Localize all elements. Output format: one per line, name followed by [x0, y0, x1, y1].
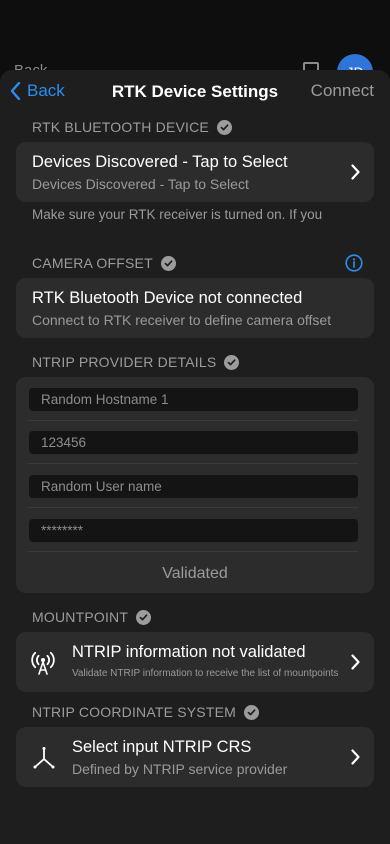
camera-offset-header-label: CAMERA OFFSET	[32, 255, 153, 271]
rtk-receiver-hint: Make sure your RTK receiver is turned on…	[32, 207, 323, 222]
ntrip-crs-title: Select input NTRIP CRS	[72, 738, 252, 756]
check-circle-icon	[216, 119, 232, 135]
ntrip-crs-card[interactable]: Select input NTRIP CRS Defined by NTRIP …	[16, 727, 374, 787]
check-circle-icon	[136, 609, 152, 625]
chevron-right-icon	[351, 749, 360, 765]
ntrip-crs-header-label: NTRIP COORDINATE SYSTEM	[32, 704, 236, 720]
mountpoint-card[interactable]: NTRIP information not validated Validate…	[16, 632, 374, 692]
password-field[interactable]	[29, 519, 358, 542]
ntrip-crs-header: NTRIP COORDINATE SYSTEM	[32, 704, 259, 720]
port-row	[28, 420, 358, 464]
username-field[interactable]	[29, 475, 358, 498]
ntrip-provider-card: Validated	[16, 377, 374, 593]
coordinate-axes-icon	[33, 747, 55, 769]
navigation-bar: Back RTK Device Settings Connect	[0, 70, 390, 114]
hostname-row	[28, 377, 358, 421]
chevron-right-icon	[351, 654, 360, 670]
rtk-settings-sheet: Back RTK Device Settings Connect RTK BLU…	[0, 70, 390, 844]
mountpoint-header: MOUNTPOINT	[32, 609, 152, 625]
rtk-device-title: Devices Discovered - Tap to Select	[32, 153, 288, 171]
validation-status: Validated	[162, 565, 228, 582]
antenna-icon	[31, 651, 55, 675]
ntrip-provider-header: NTRIP PROVIDER DETAILS	[32, 354, 240, 370]
check-circle-icon	[224, 354, 240, 370]
connect-button[interactable]: Connect	[311, 81, 374, 101]
camera-offset-header: CAMERA OFFSET	[32, 255, 176, 271]
port-field[interactable]	[29, 431, 358, 454]
chevron-right-icon	[351, 164, 360, 180]
rtk-bluetooth-device-header-label: RTK BLUETOOTH DEVICE	[32, 119, 209, 135]
hostname-field[interactable]	[29, 388, 358, 411]
check-circle-icon	[160, 255, 176, 271]
username-row	[28, 464, 358, 508]
check-circle-icon	[244, 704, 259, 720]
ntrip-provider-header-label: NTRIP PROVIDER DETAILS	[32, 354, 217, 370]
ntrip-crs-subtitle: Defined by NTRIP service provider	[72, 761, 288, 777]
camera-offset-card: RTK Bluetooth Device not connected Conne…	[16, 278, 374, 338]
rtk-device-select-card[interactable]: Devices Discovered - Tap to Select Devic…	[16, 142, 374, 202]
password-row	[28, 508, 358, 552]
mountpoint-header-label: MOUNTPOINT	[32, 609, 129, 625]
rtk-device-subtitle: Devices Discovered - Tap to Select	[32, 176, 249, 192]
mountpoint-subtitle: Validate NTRIP information to receive th…	[72, 668, 339, 679]
rtk-bluetooth-device-header: RTK BLUETOOTH DEVICE	[32, 119, 232, 135]
info-icon[interactable]	[345, 254, 363, 272]
mountpoint-title: NTRIP information not validated	[72, 643, 306, 661]
camera-offset-title: RTK Bluetooth Device not connected	[32, 289, 303, 307]
camera-offset-subtitle: Connect to RTK receiver to define camera…	[32, 312, 332, 328]
